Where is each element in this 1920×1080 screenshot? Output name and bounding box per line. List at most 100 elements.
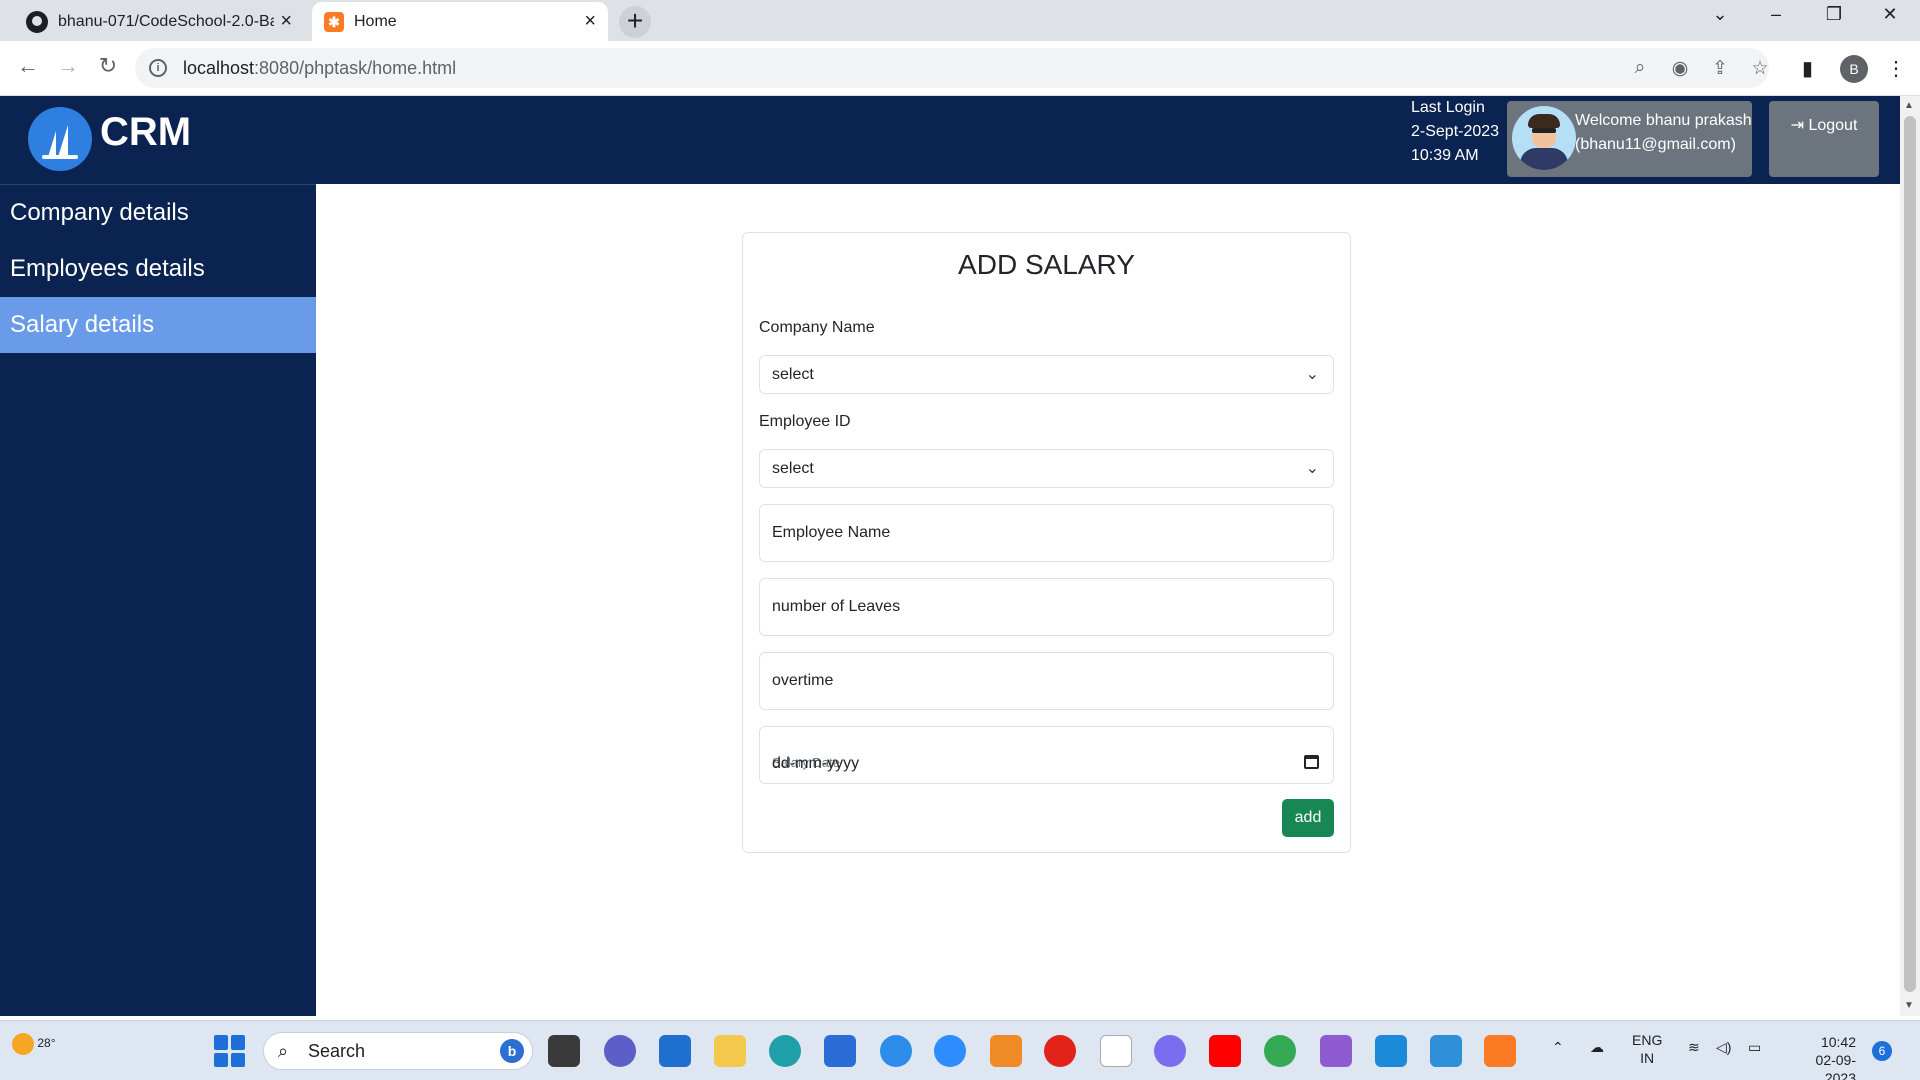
visual-studio-icon[interactable] bbox=[1320, 1035, 1352, 1067]
chevron-down-icon: ⌄ bbox=[1305, 460, 1319, 477]
logout-button[interactable]: ⇥ Logout bbox=[1769, 101, 1879, 177]
back-icon[interactable]: ← bbox=[12, 53, 44, 79]
scroll-down-icon[interactable]: ▼ bbox=[1904, 1000, 1914, 1011]
close-icon[interactable]: × bbox=[584, 10, 596, 33]
scrollbar-thumb[interactable] bbox=[1904, 116, 1916, 992]
employee-name-field[interactable]: Employee Name bbox=[759, 504, 1334, 562]
salary-date-value: dd-mm-yyyy bbox=[772, 755, 860, 772]
leaves-field[interactable]: number of Leaves bbox=[759, 578, 1334, 636]
site-info-icon[interactable]: i bbox=[149, 59, 167, 77]
logout-label: Logout bbox=[1808, 117, 1858, 134]
tray-chevron-icon[interactable]: ⌃ bbox=[1552, 1039, 1564, 1056]
chrome-icon[interactable] bbox=[1264, 1035, 1296, 1067]
company-name-select[interactable]: select ⌄ bbox=[759, 355, 1334, 394]
file-icon[interactable] bbox=[1100, 1035, 1132, 1067]
address-bar[interactable]: i localhost:8080/phptask/home.html ⌕ ◉ ⇪… bbox=[135, 48, 1769, 88]
calendar-icon[interactable] bbox=[1304, 755, 1319, 769]
reload-icon[interactable]: ↻ bbox=[92, 53, 124, 79]
volume-icon[interactable]: ◁) bbox=[1716, 1039, 1731, 1056]
browser-toolbar: ← → ↻ i localhost:8080/phptask/home.html… bbox=[0, 41, 1920, 96]
bookmark-star-icon[interactable]: ☆ bbox=[1747, 57, 1773, 80]
sidebar-item-company-details[interactable]: Company details bbox=[0, 185, 316, 241]
last-login-info: Last Login 2-Sept-2023 10:39 AM bbox=[1411, 96, 1501, 168]
opera-icon[interactable] bbox=[1044, 1035, 1076, 1067]
tab-github[interactable]: bhanu-071/CodeSchool-2.0-Batc × bbox=[14, 2, 304, 41]
tab-title: bhanu-071/CodeSchool-2.0-Batc bbox=[58, 12, 275, 30]
add-button[interactable]: add bbox=[1282, 799, 1334, 837]
weather-widget[interactable]: 28° bbox=[12, 1033, 56, 1055]
last-login-label: Last Login bbox=[1411, 99, 1485, 116]
language-line1: ENG bbox=[1632, 1032, 1663, 1048]
mail-icon[interactable] bbox=[659, 1035, 691, 1067]
last-login-date: 2-Sept-2023 bbox=[1411, 123, 1500, 140]
employee-id-label: Employee ID bbox=[759, 413, 851, 430]
taskbar-search[interactable]: ⌕ Search b bbox=[263, 1032, 533, 1070]
teams-chat-icon[interactable] bbox=[604, 1035, 636, 1067]
windows-taskbar: 28° ⌕ Search b ⌃ ☁ ENG IN ≋ ◁) ▭ 10:42 0… bbox=[0, 1020, 1920, 1080]
forward-icon[interactable]: → bbox=[52, 53, 84, 79]
wifi-icon[interactable]: ≋ bbox=[1688, 1039, 1700, 1056]
notification-badge[interactable]: 6 bbox=[1872, 1041, 1892, 1061]
weather-sun-icon bbox=[12, 1033, 34, 1055]
taskbar-search-label: Search bbox=[308, 1041, 366, 1061]
sidebar-item-employees-details[interactable]: Employees details bbox=[0, 241, 316, 297]
bing-icon[interactable]: b bbox=[500, 1039, 524, 1063]
tab-search-icon[interactable]: ⌄ bbox=[1700, 4, 1740, 25]
youtube-icon[interactable] bbox=[1209, 1035, 1241, 1067]
share-icon[interactable]: ⇪ bbox=[1707, 57, 1733, 80]
sidebar-item-salary-details[interactable]: Salary details bbox=[0, 297, 316, 353]
welcome-text: Welcome bhanu prakash (bhanu11@gmail.com… bbox=[1575, 109, 1753, 157]
page-scrollbar[interactable]: ▲ ▼ bbox=[1900, 96, 1920, 1016]
side-panel-icon[interactable]: ▮ bbox=[1802, 56, 1813, 81]
notepad-icon[interactable] bbox=[1430, 1035, 1462, 1067]
store-icon[interactable] bbox=[824, 1035, 856, 1067]
last-login-time: 10:39 AM bbox=[1411, 147, 1479, 164]
window-close-icon[interactable]: ✕ bbox=[1870, 4, 1910, 25]
zoom-icon[interactable] bbox=[934, 1035, 966, 1067]
search-icon: ⌕ bbox=[278, 1041, 289, 1061]
close-icon[interactable]: × bbox=[280, 10, 292, 33]
salary-date-field[interactable]: Salary Date dd-mm-yyyy bbox=[759, 726, 1334, 784]
restore-icon[interactable]: ❐ bbox=[1814, 4, 1854, 25]
clock-time: 10:42 bbox=[1820, 1034, 1856, 1050]
onedrive-icon[interactable]: ☁ bbox=[1590, 1039, 1604, 1056]
overtime-field[interactable]: overtime bbox=[759, 652, 1334, 710]
postman-icon[interactable] bbox=[990, 1035, 1022, 1067]
welcome-name: Welcome bhanu prakash bbox=[1575, 112, 1752, 129]
minimize-icon[interactable]: – bbox=[1756, 4, 1796, 25]
battery-icon[interactable]: ▭ bbox=[1748, 1039, 1761, 1056]
scroll-up-icon[interactable]: ▲ bbox=[1904, 100, 1914, 111]
company-name-value: select bbox=[772, 366, 814, 383]
app-header: CRM Last Login 2-Sept-2023 10:39 AM Welc… bbox=[0, 96, 1900, 184]
logout-icon: ⇥ bbox=[1790, 117, 1804, 134]
eye-icon[interactable]: ◉ bbox=[1667, 57, 1693, 80]
zoom-icon[interactable]: ⌕ bbox=[1627, 57, 1653, 79]
messenger-icon[interactable] bbox=[880, 1035, 912, 1067]
avatar bbox=[1512, 106, 1576, 170]
temperature: 28° bbox=[37, 1036, 56, 1051]
menu-kebab-icon[interactable]: ⋮ bbox=[1886, 56, 1906, 81]
windows-start-icon[interactable] bbox=[214, 1035, 246, 1067]
brand-name: CRM bbox=[100, 110, 192, 154]
welcome-email: (bhanu11@gmail.com) bbox=[1575, 136, 1736, 153]
vscode-icon[interactable] bbox=[1375, 1035, 1407, 1067]
github-icon bbox=[26, 10, 48, 33]
task-view-icon[interactable] bbox=[548, 1035, 580, 1067]
user-profile-box: Welcome bhanu prakash (bhanu11@gmail.com… bbox=[1507, 101, 1752, 177]
xampp-taskbar-icon[interactable] bbox=[1484, 1035, 1516, 1067]
file-explorer-icon[interactable] bbox=[714, 1035, 746, 1067]
tab-title: Home bbox=[354, 12, 397, 30]
taskbar-clock[interactable]: 10:42 02-09-2023 bbox=[1786, 1033, 1856, 1080]
company-name-label: Company Name bbox=[759, 319, 875, 336]
tab-home[interactable]: ✱ Home × bbox=[312, 2, 608, 41]
language-indicator[interactable]: ENG IN bbox=[1632, 1031, 1662, 1067]
edge-icon[interactable] bbox=[769, 1035, 801, 1067]
copilot-icon[interactable] bbox=[1154, 1035, 1186, 1067]
url-text: localhost:8080/phptask/home.html bbox=[183, 57, 457, 78]
profile-avatar[interactable]: B bbox=[1840, 55, 1868, 83]
employee-id-select[interactable]: select ⌄ bbox=[759, 449, 1334, 488]
add-salary-form: ADD SALARY Company Name select ⌄ Employe… bbox=[742, 232, 1351, 853]
new-tab-button[interactable]: + bbox=[619, 6, 651, 38]
sidebar: Company details Employees details Salary… bbox=[0, 184, 316, 1016]
language-line2: IN bbox=[1640, 1050, 1655, 1066]
